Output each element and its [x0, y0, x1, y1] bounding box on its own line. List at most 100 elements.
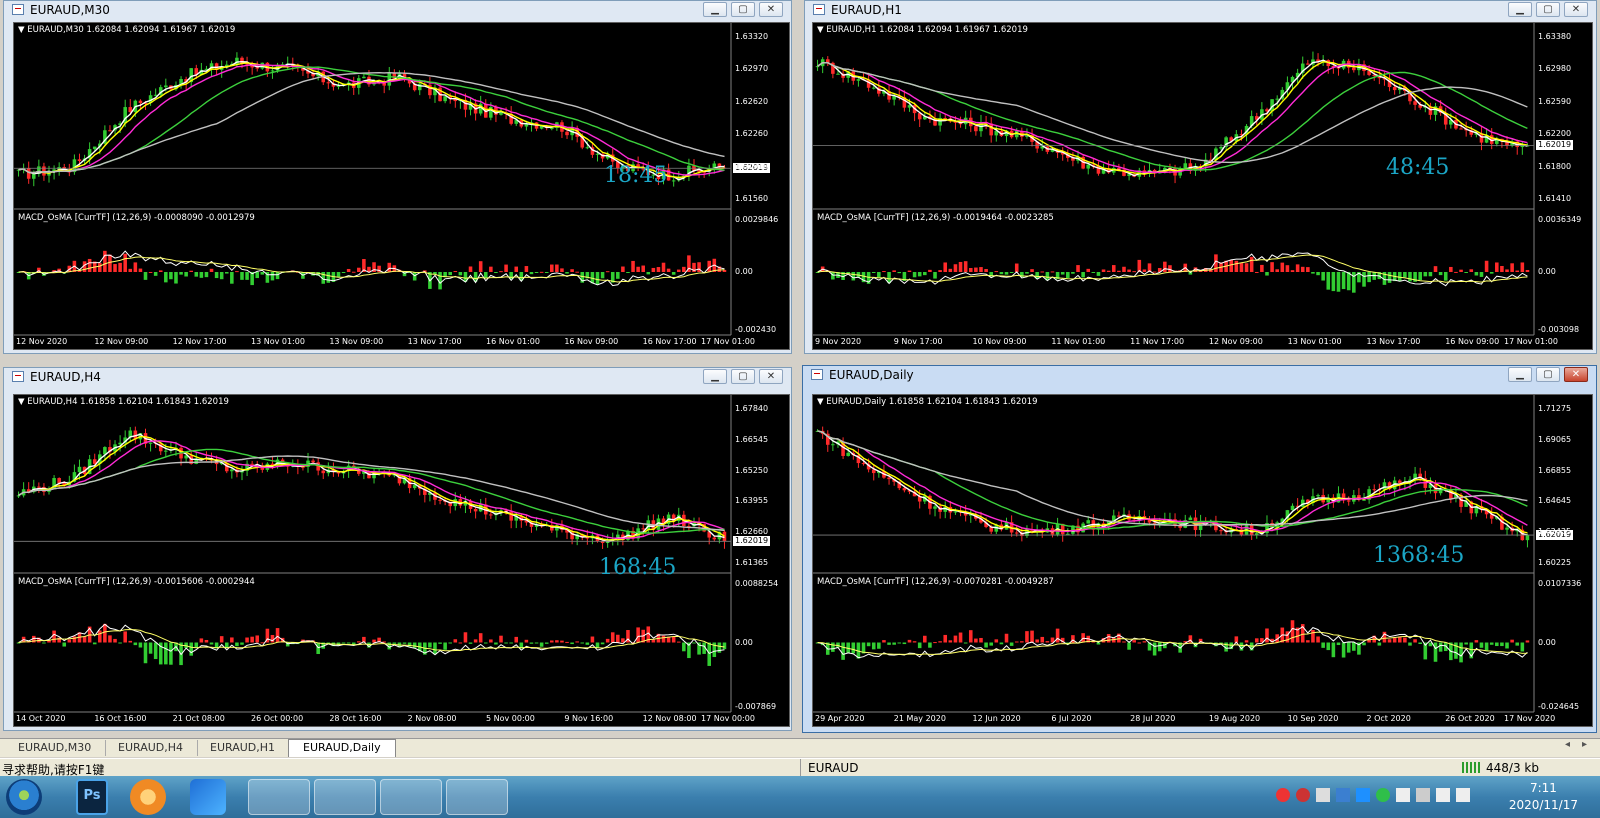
maximize-button[interactable]: ▢ — [731, 2, 755, 17]
start-orb-icon[interactable] — [6, 779, 42, 815]
chart-area-daily[interactable]: 1.62019 ▼ EURAUD,Daily 1.61858 1.62104 1.… — [812, 394, 1593, 727]
tab-m30[interactable]: EURAUD,M30 — [4, 740, 107, 756]
macd-histogram-bar — [346, 642, 351, 644]
macd-histogram-bar — [1142, 269, 1147, 272]
macd-histogram-bar — [372, 639, 376, 643]
candle-body — [565, 131, 569, 136]
titlebar[interactable]: EURAUD,Daily ▁ ▢ ✕ — [803, 366, 1596, 384]
macd-histogram-bar — [1331, 642, 1336, 658]
candle-body — [1219, 530, 1223, 532]
date-tick-label: 29 Apr 2020 — [815, 714, 865, 723]
wechat-icon[interactable] — [446, 779, 508, 815]
signal-icon[interactable] — [1416, 788, 1430, 802]
settings-icon[interactable] — [1316, 788, 1330, 802]
lanhu-icon[interactable] — [190, 779, 226, 815]
candle-body — [499, 112, 503, 115]
macd-histogram-bar — [1433, 266, 1438, 272]
macd-histogram-bar — [209, 642, 214, 645]
price-tick-label: 1.62590 — [1538, 96, 1572, 106]
date-tick-label: 13 Nov 17:00 — [407, 337, 462, 346]
macd-histogram-bar — [651, 267, 656, 272]
network-icon[interactable] — [1436, 788, 1450, 802]
macd-histogram-bar — [671, 272, 676, 275]
candle-body — [974, 126, 978, 132]
date-tick-label: 9 Nov 2020 — [815, 337, 862, 346]
macd-histogram-bar — [917, 642, 922, 649]
date-tick-label: 13 Nov 17:00 — [1366, 337, 1421, 346]
cloud-icon[interactable] — [1356, 788, 1370, 802]
sogou-icon[interactable] — [1276, 788, 1290, 802]
close-button[interactable]: ✕ — [1564, 367, 1588, 382]
candle-body — [846, 452, 850, 456]
candle-body — [1275, 98, 1279, 100]
tab-h1[interactable]: EURAUD,H1 — [196, 740, 291, 756]
volume-icon[interactable] — [1456, 788, 1470, 802]
minimize-button[interactable]: ▁ — [1508, 367, 1532, 382]
maximize-button[interactable]: ▢ — [731, 369, 755, 384]
macd-histogram-bar — [1454, 271, 1458, 273]
macd-histogram-bar — [621, 266, 625, 272]
maximize-button[interactable]: ▢ — [1536, 2, 1560, 17]
macd-histogram-bar — [1525, 640, 1530, 643]
macd-histogram-bar — [504, 264, 508, 272]
chart-area-h4[interactable]: 1.62019 ▼ EURAUD,H4 1.61858 1.62104 1.618… — [13, 394, 790, 727]
macd-histogram-bar — [341, 272, 346, 273]
macd-histogram-bar — [897, 272, 902, 274]
date-tick-label: 13 Nov 09:00 — [329, 337, 384, 346]
date-tick-label: 11 Nov 17:00 — [1130, 337, 1185, 346]
macd-histogram-bar — [1244, 640, 1249, 643]
explorer-icon[interactable] — [314, 779, 376, 815]
chart-area-m30[interactable]: 1.62019 ▼ EURAUD,M30 1.62084 1.62094 1.61… — [13, 22, 790, 350]
macd-histogram-bar — [1152, 271, 1157, 273]
chart-window-icon — [813, 4, 825, 15]
minimize-button[interactable]: ▁ — [1508, 2, 1532, 17]
network-app-icon[interactable] — [248, 779, 310, 815]
close-button[interactable]: ✕ — [759, 369, 783, 384]
price-tick-label: 1.67840 — [735, 404, 769, 413]
titlebar[interactable]: EURAUD,H1 ▁ ▢ ✕ — [805, 1, 1596, 19]
thunder-icon[interactable] — [130, 779, 166, 815]
shield-icon[interactable] — [1396, 788, 1410, 802]
candle-body — [1183, 163, 1188, 169]
chart-area-h1[interactable]: 1.62019 ▼ EURAUD,H1 1.62084 1.62094 1.619… — [812, 22, 1593, 350]
macd-histogram-bar — [892, 270, 896, 272]
candle-body — [1086, 164, 1091, 169]
candle-body — [1525, 535, 1530, 541]
maximize-button[interactable]: ▢ — [1536, 367, 1560, 382]
macd-histogram-bar — [1249, 256, 1254, 272]
tab-daily[interactable]: EURAUD,Daily — [288, 739, 396, 757]
close-button[interactable]: ✕ — [1564, 2, 1588, 17]
macd-histogram-bar — [230, 272, 234, 284]
help-icon[interactable] — [1296, 788, 1310, 802]
titlebar[interactable]: EURAUD,H4 ▁ ▢ ✕ — [4, 368, 791, 386]
macd-histogram-bar — [544, 642, 549, 644]
photoshop-icon[interactable]: Ps — [76, 779, 108, 815]
close-button[interactable]: ✕ — [759, 2, 783, 17]
macd-histogram-bar — [963, 642, 968, 644]
macd-histogram-bar — [1510, 639, 1514, 643]
macd-header: MACD_OsMA [CurrTF] (12,26,9) -0.0019464 … — [817, 213, 1054, 223]
macd-histogram-bar — [979, 637, 983, 643]
macd-histogram-bar — [851, 642, 856, 654]
chart-header: ▼ EURAUD,H1 1.62084 1.62094 1.61967 1.62… — [817, 25, 1028, 35]
wechat-tray-icon[interactable] — [1376, 788, 1390, 802]
box-icon[interactable] — [1336, 788, 1350, 802]
tab-scroll-left-icon[interactable]: ◂ — [1565, 739, 1570, 750]
minimize-button[interactable]: ▁ — [703, 369, 727, 384]
macd-histogram-bar — [989, 642, 993, 646]
macd-histogram-bar — [1066, 272, 1070, 278]
titlebar[interactable]: EURAUD,M30 ▁ ▢ ✕ — [4, 1, 791, 19]
system-clock[interactable]: 7:11 2020/11/17 — [1509, 780, 1578, 814]
tab-h4[interactable]: EURAUD,H4 — [104, 740, 199, 756]
wps-icon[interactable] — [380, 779, 442, 815]
moving-average-line — [18, 435, 725, 541]
tab-scroll-right-icon[interactable]: ▸ — [1582, 739, 1587, 750]
macd-histogram-bar — [260, 272, 265, 275]
windows-taskbar: Ps 7:11 2020/11/17 — [0, 776, 1600, 818]
macd-histogram-bar — [1495, 642, 1499, 647]
macd-histogram-bar — [1270, 262, 1274, 272]
minimize-button[interactable]: ▁ — [703, 2, 727, 17]
price-tick-label: 1.61560 — [735, 194, 769, 203]
date-tick-label: 12 Jun 2020 — [972, 714, 1021, 723]
price-tick-label: 1.62260 — [735, 129, 769, 139]
